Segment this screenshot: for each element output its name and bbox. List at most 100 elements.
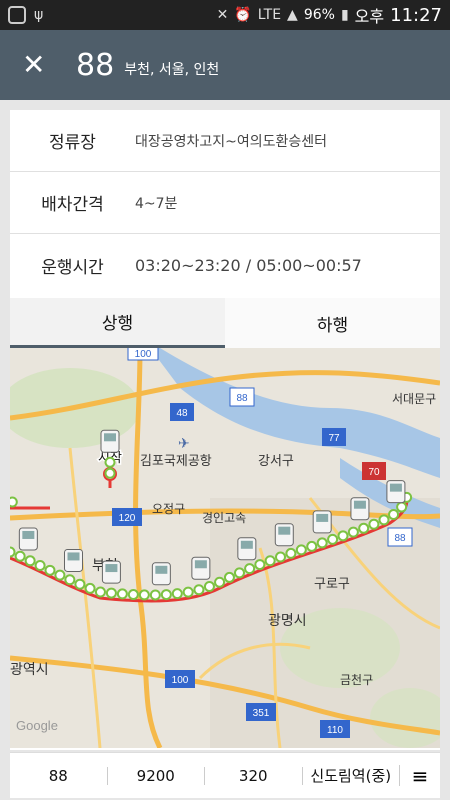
- bus-stop-marker[interactable]: [64, 574, 76, 586]
- battery-percent: 96%: [303, 7, 335, 23]
- road-shield: 70: [362, 462, 386, 480]
- route-chip-2[interactable]: 9200: [108, 766, 205, 785]
- bus-stop-marker[interactable]: [358, 522, 370, 534]
- bus-marker[interactable]: [274, 523, 294, 547]
- bus-stop-marker[interactable]: [244, 563, 256, 575]
- hours-value: 03:20~23:20 / 05:00~00:57: [135, 255, 362, 275]
- ampm-label: 오후: [354, 7, 385, 26]
- interval-row: 배차간격 4~7분: [10, 172, 440, 234]
- bus-stop-marker[interactable]: [388, 508, 400, 520]
- bus-marker[interactable]: [100, 429, 120, 453]
- bus-stop-marker[interactable]: [94, 586, 106, 598]
- bus-stop-marker[interactable]: [127, 589, 139, 601]
- bus-stop-marker[interactable]: [316, 537, 328, 549]
- bus-stop-marker[interactable]: [10, 496, 18, 508]
- place-label: 광명시: [268, 613, 307, 629]
- place-label: 구로구: [314, 577, 350, 592]
- usb-icon: ψ: [34, 7, 44, 23]
- road-shield: 100: [127, 348, 159, 361]
- route-area: 부천, 서울, 인천: [124, 62, 220, 78]
- bus-stop-marker[interactable]: [306, 540, 318, 552]
- road-shield: 88: [387, 527, 413, 547]
- bus-stop-marker[interactable]: [182, 586, 194, 598]
- bus-stop-marker[interactable]: [171, 588, 183, 600]
- road-shield: 110: [320, 720, 350, 738]
- bus-marker[interactable]: [18, 527, 38, 551]
- interval-label: 배차간격: [41, 195, 104, 215]
- mute-icon: ✕: [216, 7, 229, 23]
- bus-stop-marker[interactable]: [10, 546, 16, 558]
- place-label: 오정구: [152, 502, 185, 516]
- route-info-card: 정류장 대장공영차고지~여의도환승센터 배차간격 4~7분 운행시간 03:20…: [10, 110, 440, 750]
- tab-down[interactable]: 하행: [225, 298, 440, 348]
- place-label: 광역시: [10, 662, 49, 678]
- bus-stop-marker[interactable]: [34, 560, 46, 572]
- bus-stop-marker[interactable]: [347, 526, 359, 538]
- bus-stop-marker[interactable]: [105, 587, 117, 599]
- bus-stop-marker[interactable]: [264, 555, 276, 567]
- bus-stop-marker[interactable]: [337, 530, 349, 542]
- bus-stop-marker[interactable]: [378, 514, 390, 526]
- bus-stop-marker[interactable]: [138, 589, 150, 601]
- hours-label: 운행시간: [41, 257, 104, 278]
- app-bar: ✕ 88 부천, 서울, 인천: [0, 30, 450, 100]
- hours-row: 운행시간 03:20~23:20 / 05:00~00:57: [10, 234, 440, 296]
- bus-stop-marker[interactable]: [295, 544, 307, 556]
- status-bar: ψ ✕ ⏰ LTE ▲ 96% ▮ 오후 11:27: [0, 0, 450, 30]
- route-map[interactable]: 100 48 88 77 70 120 88 100 351 110 김포국제공…: [10, 348, 440, 748]
- bus-marker[interactable]: [151, 562, 171, 586]
- tab-up[interactable]: 상행: [10, 298, 225, 348]
- bus-stop-marker[interactable]: [368, 518, 380, 530]
- bus-stop-marker[interactable]: [396, 501, 408, 513]
- bus-stop-marker[interactable]: [104, 456, 116, 468]
- alarm-icon: ⏰: [234, 7, 252, 23]
- stop-value: 대장공영차고지~여의도환승센터: [135, 133, 328, 150]
- place-label: 서대문구: [392, 392, 436, 406]
- bus-stop-marker[interactable]: [233, 567, 245, 579]
- bus-stop-marker[interactable]: [54, 569, 66, 581]
- bus-marker[interactable]: [386, 480, 406, 504]
- bus-stop-marker[interactable]: [44, 564, 56, 576]
- signal-icon: ▲: [287, 7, 298, 23]
- place-label: 경인고속: [202, 511, 246, 525]
- bus-marker[interactable]: [191, 556, 211, 580]
- bus-stop-marker[interactable]: [24, 555, 36, 567]
- route-chip-4[interactable]: 신도림역(중): [303, 765, 400, 786]
- stop-row: 정류장 대장공영차고지~여의도환승센터: [10, 110, 440, 172]
- bus-stop-marker[interactable]: [275, 551, 287, 563]
- bus-stop-marker[interactable]: [214, 576, 226, 588]
- route-chip-1[interactable]: 88: [10, 766, 108, 785]
- bus-stop-marker[interactable]: [84, 582, 96, 594]
- bus-stop-marker[interactable]: [104, 467, 116, 479]
- bus-stop-marker[interactable]: [327, 533, 339, 545]
- route-chip-3[interactable]: 320: [205, 766, 303, 785]
- bus-marker[interactable]: [63, 548, 83, 572]
- bus-stop-marker[interactable]: [254, 559, 266, 571]
- bus-stop-marker[interactable]: [160, 589, 172, 601]
- bus-marker[interactable]: [237, 537, 257, 561]
- bus-stop-marker[interactable]: [149, 589, 161, 601]
- bus-stop-marker[interactable]: [285, 547, 297, 559]
- hamburger-icon[interactable]: ≡: [400, 764, 440, 788]
- bottom-nav: 88 9200 320 신도림역(중) ≡: [10, 752, 440, 798]
- bus-stop-marker[interactable]: [14, 550, 26, 562]
- road-shield: 77: [322, 428, 346, 446]
- network-label: LTE: [257, 7, 282, 23]
- bus-stop-marker[interactable]: [74, 578, 86, 590]
- bus-stop-marker[interactable]: [223, 571, 235, 583]
- bus-marker[interactable]: [350, 497, 370, 521]
- close-button[interactable]: ✕: [22, 51, 52, 79]
- place-label: 김포국제공항: [140, 454, 212, 469]
- bus-stop-marker[interactable]: [203, 581, 215, 593]
- app-notification-icon: [8, 6, 26, 24]
- bus-stop-marker[interactable]: [193, 584, 205, 596]
- route-number: 88: [76, 47, 115, 83]
- bus-stop-marker[interactable]: [116, 588, 128, 600]
- svg-text:70: 70: [368, 467, 380, 478]
- direction-tabs: 상행 하행: [10, 298, 440, 348]
- bus-marker[interactable]: [101, 560, 121, 584]
- stop-label: 정류장: [49, 133, 96, 153]
- svg-text:77: 77: [328, 433, 340, 444]
- road-shield: 120: [112, 508, 142, 526]
- bus-marker[interactable]: [312, 510, 332, 534]
